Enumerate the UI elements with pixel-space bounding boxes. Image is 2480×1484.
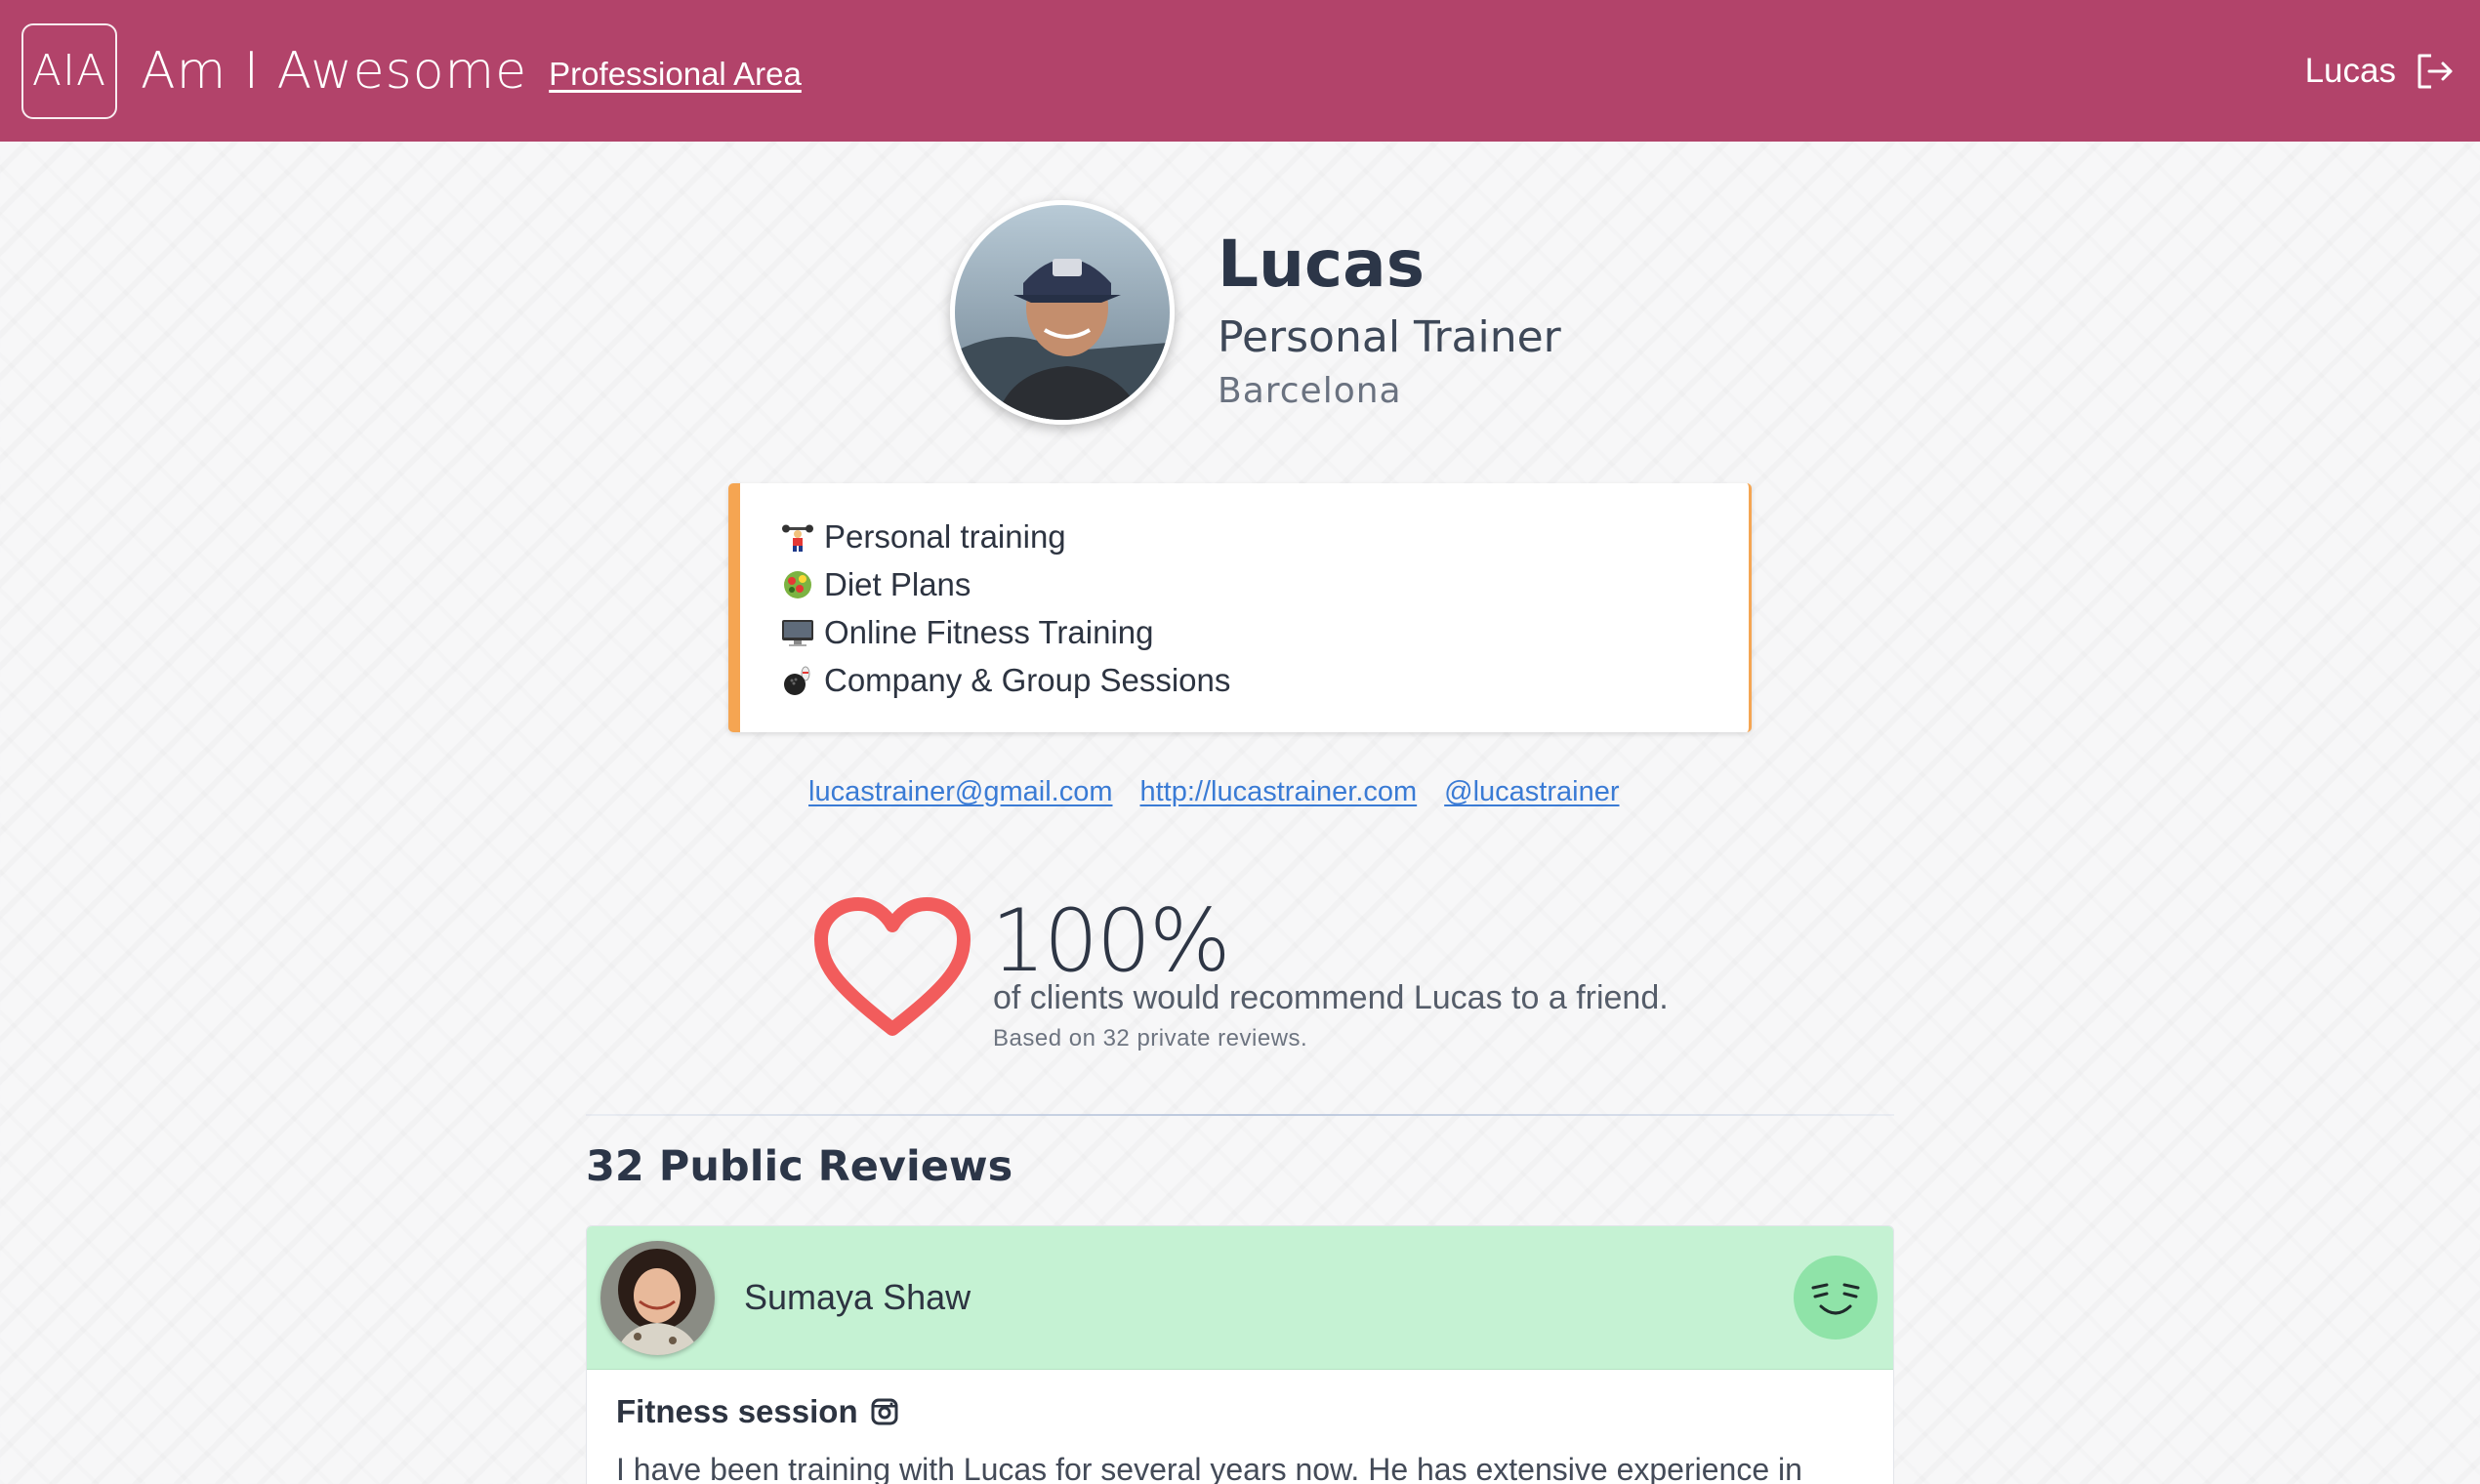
reviewer-photo xyxy=(600,1240,715,1355)
trainer-avatar xyxy=(950,200,1175,425)
top-bar: AIA Am I Awesome Professional Area Lucas xyxy=(0,0,2480,142)
review-body: Fitness session I have been training wit… xyxy=(587,1370,1893,1484)
desktop-computer-icon xyxy=(781,616,814,649)
reviewer-avatar xyxy=(600,1240,715,1355)
bowling-icon xyxy=(781,664,814,697)
brand-name: Am I Awesome xyxy=(141,41,528,101)
heart-icon xyxy=(814,897,971,1036)
service-label: Personal training xyxy=(824,517,1066,555)
social-link[interactable]: @lucastrainer xyxy=(1444,776,1619,808)
service-item: Personal training xyxy=(781,513,1749,560)
review-title-text: Fitness session xyxy=(616,1393,858,1429)
trainer-photo xyxy=(955,205,1170,420)
salad-icon xyxy=(781,568,814,601)
review-header: Sumaya Shaw xyxy=(587,1226,1893,1370)
trainer-name: Lucas xyxy=(1218,227,1425,302)
current-user-name[interactable]: Lucas xyxy=(2305,52,2396,91)
trainer-city: Barcelona xyxy=(1218,371,1402,411)
trainer-role: Personal Trainer xyxy=(1218,312,1561,362)
instagram-icon[interactable] xyxy=(870,1397,899,1426)
service-item: Diet Plans xyxy=(781,560,1749,608)
services-card: Personal training Diet Plans Online Fitn… xyxy=(728,483,1752,732)
professional-area-link[interactable]: Professional Area xyxy=(549,56,802,93)
email-link[interactable]: lucastrainer@gmail.com xyxy=(808,776,1112,808)
website-link[interactable]: http://lucastrainer.com xyxy=(1139,776,1417,808)
section-divider xyxy=(586,1114,1894,1116)
service-label: Company & Group Sessions xyxy=(824,661,1231,698)
weightlifter-icon xyxy=(781,520,814,554)
service-label: Online Fitness Training xyxy=(824,613,1154,650)
review-title: Fitness session xyxy=(616,1393,1864,1430)
review-text: I have been training with Lucas for seve… xyxy=(616,1452,1802,1484)
recommend-text: of clients would recommend Lucas to a fr… xyxy=(993,979,1669,1016)
logout-icon[interactable] xyxy=(2414,50,2457,93)
reviews-heading: 32 Public Reviews xyxy=(586,1142,1013,1191)
contact-links: lucastrainer@gmail.com http://lucastrain… xyxy=(808,776,1620,808)
logo[interactable]: AIA xyxy=(21,22,117,119)
reviewer-name: Sumaya Shaw xyxy=(744,1277,971,1317)
service-item: Online Fitness Training xyxy=(781,608,1749,656)
service-item: Company & Group Sessions xyxy=(781,656,1749,704)
review-card: Sumaya Shaw Fitness session I have been … xyxy=(586,1225,1894,1484)
happy-face-icon[interactable] xyxy=(1794,1256,1878,1340)
recommend-basis: Based on 32 private reviews. xyxy=(993,1025,1308,1051)
user-menu: Lucas xyxy=(2305,0,2457,142)
service-label: Diet Plans xyxy=(824,565,971,602)
recommend-percent: 100% xyxy=(991,890,1231,991)
